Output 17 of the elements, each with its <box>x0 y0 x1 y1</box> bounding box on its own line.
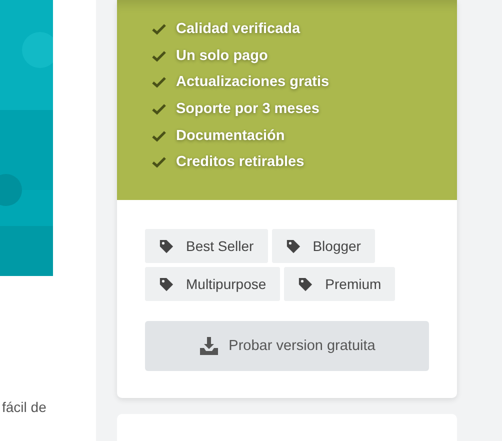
feature-label: Soporte por 3 meses <box>176 101 320 118</box>
trial-button[interactable]: Probar version gratuita <box>145 321 429 371</box>
feature-label: Calidad verificada <box>176 21 300 38</box>
feature-label: Creditos retirables <box>176 154 304 170</box>
tag-link[interactable]: Best Seller <box>145 229 268 263</box>
feature-label: Actualizaciones gratis <box>176 74 330 90</box>
tag-link[interactable]: Premium <box>284 267 396 301</box>
tag-icon <box>286 238 301 254</box>
tag-icon <box>298 276 314 292</box>
feature-label: Un solo pago <box>176 48 268 64</box>
feature-label: Documentación <box>176 128 285 144</box>
tag-link[interactable]: Multipurpose <box>145 267 280 301</box>
tag-icon <box>159 276 174 292</box>
tag-link[interactable]: Blogger <box>272 229 375 263</box>
download-icon <box>198 337 219 355</box>
tag-icon <box>159 238 174 254</box>
body-text: fácil de <box>1 399 48 415</box>
